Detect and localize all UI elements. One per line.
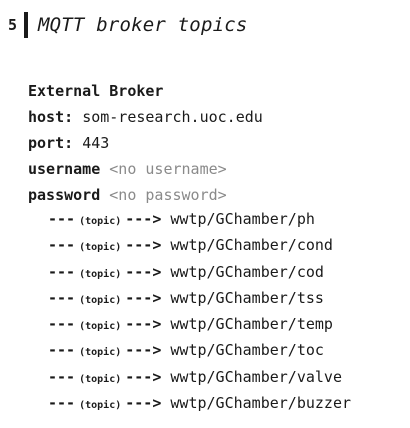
- password-label: password: [28, 186, 101, 204]
- section-number: 5: [8, 16, 18, 34]
- password-line: password <no password>: [28, 182, 263, 208]
- arrow-right: --->: [125, 210, 162, 228]
- arrow-right: --->: [125, 341, 162, 360]
- arrow-right: --->: [125, 394, 162, 413]
- topic-name: wwtp/GChamber/buzzer: [170, 394, 352, 413]
- port-line: port: 443: [28, 130, 263, 156]
- topic-tag: (topic): [79, 216, 122, 227]
- topic-row: --- (topic) ---> wwtp/GChamber/tss: [48, 285, 351, 311]
- port-label: port:: [28, 134, 74, 152]
- topic-row: --- (topic) ---> wwtp/GChamber/ph: [48, 206, 351, 232]
- topic-name: wwtp/GChamber/cond: [170, 236, 333, 255]
- topic-tag: (topic): [79, 294, 122, 306]
- arrow-left: ---: [48, 288, 76, 307]
- topic-row: --- (topic) ---> wwtp/GChamber/valve: [48, 364, 351, 390]
- host-value: som-research.uoc.edu: [82, 108, 263, 126]
- topic-tag: (topic): [79, 321, 122, 333]
- port-value: 443: [82, 134, 110, 152]
- broker-heading: External Broker: [28, 82, 164, 100]
- topic-name: wwtp/GChamber/cod: [170, 262, 324, 281]
- arrow-left: ---: [48, 367, 76, 386]
- topic-name: wwtp/GChamber/toc: [170, 341, 324, 360]
- topic-list: --- (topic) ---> wwtp/GChamber/ph --- (topi…: [48, 206, 351, 416]
- username-value: <no username>: [109, 160, 227, 178]
- topic-tag: (topic): [79, 242, 122, 254]
- topic-tag: (topic): [79, 347, 122, 359]
- arrow-left: ---: [48, 210, 76, 228]
- username-line: username <no username>: [28, 156, 263, 182]
- section-title: MQTT broker topics: [38, 14, 248, 36]
- topic-name: wwtp/GChamber/ph: [170, 210, 315, 228]
- arrow-left: ---: [48, 341, 76, 360]
- topic-row: --- (topic) ---> wwtp/GChamber/cond: [48, 232, 351, 258]
- topic-tag: (topic): [79, 268, 122, 280]
- username-label: username: [28, 160, 101, 178]
- arrow-left: ---: [48, 315, 76, 334]
- host-label: host:: [28, 108, 74, 126]
- section-bar: [24, 12, 28, 38]
- topic-name: wwtp/GChamber/temp: [170, 315, 333, 334]
- arrow-right: --->: [125, 315, 162, 334]
- arrow-right: --->: [125, 288, 162, 307]
- arrow-right: --->: [125, 262, 162, 281]
- host-line: host: som-research.uoc.edu: [28, 104, 263, 130]
- topic-tag: (topic): [79, 400, 122, 412]
- arrow-right: --->: [125, 236, 162, 255]
- broker-details: External Broker host: som-research.uoc.e…: [28, 78, 263, 208]
- arrow-right: --->: [125, 367, 162, 386]
- topic-row: --- (topic) ---> wwtp/GChamber/cod: [48, 259, 351, 285]
- topic-name: wwtp/GChamber/tss: [170, 288, 324, 307]
- arrow-left: ---: [48, 394, 76, 413]
- topic-row: --- (topic) ---> wwtp/GChamber/temp: [48, 311, 351, 337]
- topic-tag: (topic): [79, 373, 122, 385]
- section-header: 5 MQTT broker topics: [8, 12, 248, 38]
- topic-row: --- (topic) ---> wwtp/GChamber/buzzer: [48, 390, 351, 416]
- topic-row: --- (topic) ---> wwtp/GChamber/toc: [48, 337, 351, 363]
- password-value: <no password>: [109, 186, 227, 204]
- arrow-left: ---: [48, 262, 76, 281]
- arrow-left: ---: [48, 236, 76, 255]
- topic-name: wwtp/GChamber/valve: [170, 367, 342, 386]
